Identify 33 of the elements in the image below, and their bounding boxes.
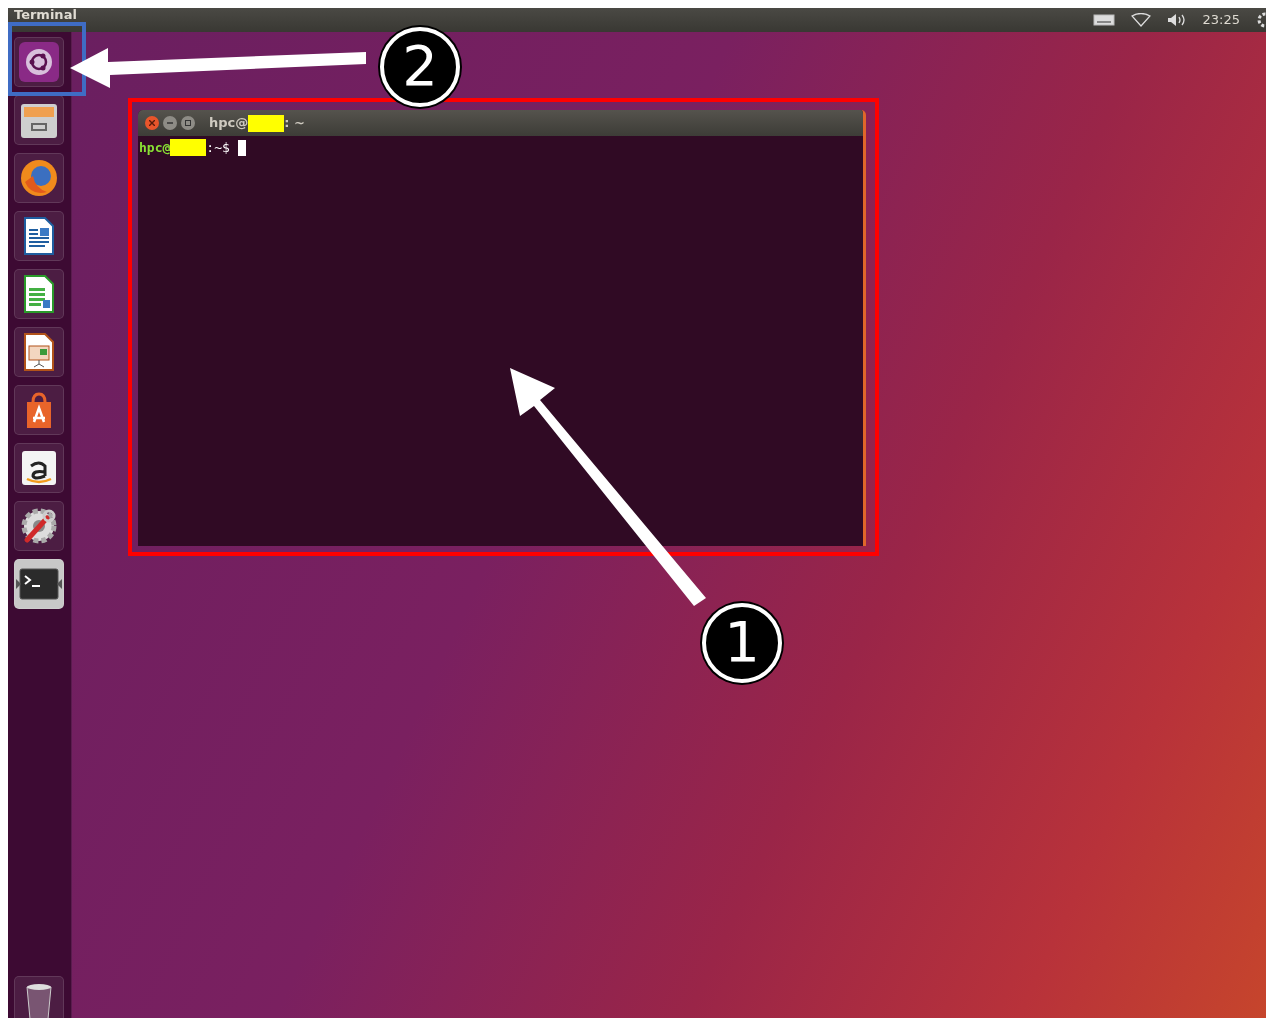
launcher-item[interactable] bbox=[14, 559, 64, 609]
launcher-item[interactable] bbox=[14, 385, 64, 435]
maximize-button[interactable] bbox=[181, 116, 195, 130]
minimize-button[interactable] bbox=[163, 116, 177, 130]
gear-wrench-icon bbox=[19, 506, 59, 546]
window-title: hpc@ bbox=[209, 114, 249, 133]
launcher-item[interactable] bbox=[14, 327, 64, 377]
launcher-item[interactable] bbox=[14, 211, 64, 261]
launcher-item[interactable] bbox=[14, 976, 64, 1018]
gear-icon[interactable] bbox=[1256, 12, 1266, 28]
close-icon bbox=[149, 120, 155, 126]
volume-icon[interactable] bbox=[1166, 13, 1187, 27]
launcher-item[interactable] bbox=[14, 37, 64, 87]
redaction-block bbox=[170, 139, 207, 157]
keyboard-icon[interactable] bbox=[1092, 14, 1115, 26]
maximize-icon bbox=[185, 120, 191, 126]
redaction-block bbox=[248, 114, 285, 132]
prompt-user: hpc@ bbox=[139, 139, 171, 157]
clock[interactable]: 23:25 bbox=[1202, 10, 1240, 30]
window-title: Terminal bbox=[14, 8, 77, 22]
launcher-item[interactable] bbox=[14, 269, 64, 319]
text-cursor bbox=[237, 139, 246, 156]
prompt-path: :~$ bbox=[206, 139, 230, 157]
launcher-item[interactable] bbox=[14, 443, 64, 493]
launcher-item[interactable] bbox=[14, 501, 64, 551]
wifi-icon[interactable] bbox=[1130, 13, 1151, 27]
window-title: : ~ bbox=[284, 114, 305, 133]
close-button[interactable] bbox=[145, 116, 159, 130]
launcher-item[interactable] bbox=[14, 95, 64, 145]
minimize-icon bbox=[167, 120, 173, 126]
globe-fox-icon bbox=[19, 158, 59, 198]
letter-a-icon bbox=[19, 448, 59, 488]
ubuntu-logo-icon bbox=[19, 42, 59, 82]
